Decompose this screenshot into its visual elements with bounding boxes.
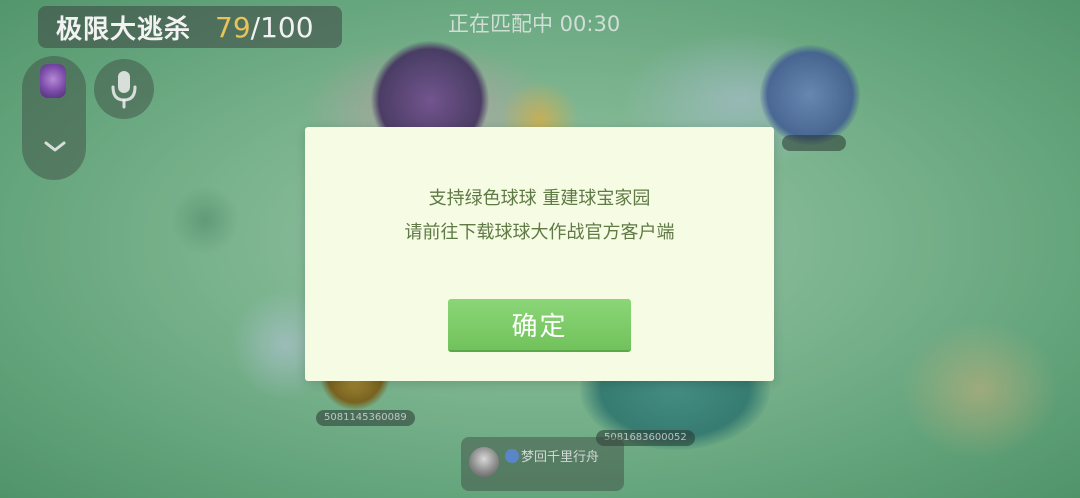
voice-button[interactable] (94, 59, 154, 119)
avatar (469, 447, 499, 477)
mode-panel: 极限大逃杀 79/100 (38, 6, 342, 48)
chat-text: 梦回千里行舟 (521, 450, 600, 465)
player-count: 79/100 (215, 11, 314, 44)
microphone-icon (111, 71, 137, 109)
chevron-down-icon[interactable] (44, 140, 66, 154)
team-emblem-icon[interactable] (40, 64, 66, 98)
game-scene: 极限大逃杀 79/100 正在匹配中 00:30 5081145360089 5… (0, 0, 1080, 498)
voice-message-icon (505, 449, 519, 463)
matching-status: 正在匹配中 00:30 (448, 12, 621, 36)
notice-dialog: 支持绿色球球 重建球宝家园 请前往下载球球大作战官方客户端 确定 (305, 127, 774, 381)
confirm-button[interactable]: 确定 (448, 299, 631, 352)
dialog-message-line2: 请前往下载球球大作战官方客户端 (404, 222, 675, 243)
player-name-tag (782, 135, 846, 151)
player-count-total: /100 (250, 10, 314, 44)
mode-title: 极限大逃杀 (56, 14, 192, 45)
player-name-tag: 5081145360089 (316, 410, 415, 426)
dialog-message-line1: 支持绿色球球 重建球宝家园 (428, 188, 651, 209)
player-count-current: 79 (215, 10, 251, 44)
chat-message: 梦回千里行舟 (461, 437, 624, 491)
